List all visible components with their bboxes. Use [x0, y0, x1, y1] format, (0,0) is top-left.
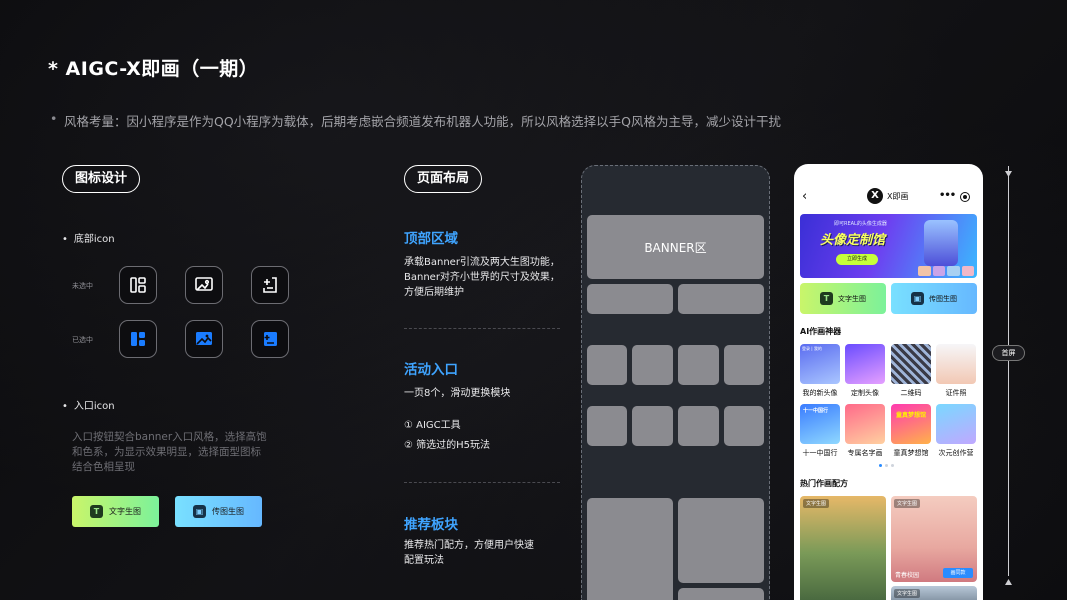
wire-block	[678, 284, 764, 314]
tool-thumb[interactable]	[845, 404, 885, 444]
wire-block	[678, 588, 764, 600]
text-t-icon: T	[820, 292, 833, 305]
tool-label: 我的新头像	[802, 389, 838, 397]
target-icon[interactable]	[960, 192, 970, 202]
page-layout-pill: 页面布局	[404, 165, 483, 193]
tool-label: 专属名字画	[847, 449, 883, 457]
image-to-image-button[interactable]: ▣ 传图生图	[175, 496, 262, 527]
tool-tag: 登录 | 我的	[802, 346, 822, 351]
unselected-label: 未选中	[72, 282, 93, 290]
wire-block	[724, 345, 764, 385]
text-to-image-button[interactable]: T 文字生图	[72, 496, 159, 527]
banner-cta-button[interactable]: 立即生成	[836, 254, 878, 265]
promo-banner[interactable]: 即可REAL的头像生成器 头像定制馆 立即生成	[800, 214, 977, 278]
activity-title: 活动入口	[404, 362, 458, 378]
tool-label: 十一中国行	[802, 449, 838, 457]
icon-design-pill: 图标设计	[62, 165, 141, 193]
recipe-tag: 文字生图	[894, 589, 921, 598]
wire-banner-label: BANNER区	[644, 240, 707, 255]
tool-thumb[interactable]	[936, 344, 976, 384]
phone-mockup: ‹ X X即画 ••• 即可REAL的头像生成器 头像定制馆 立即生成 T 文字…	[794, 164, 983, 600]
wire-block	[587, 406, 627, 446]
image-upload-icon: ▣	[911, 292, 924, 305]
divider	[404, 328, 560, 329]
tool-thumb-qrcode[interactable]	[891, 344, 931, 384]
phone-text-to-image-label: 文字生图	[838, 294, 866, 303]
selected-label: 已选中	[72, 336, 93, 344]
ai-tools-heading: AI作画神器	[800, 327, 842, 336]
wire-block	[678, 406, 719, 446]
text-to-image-label: 文字生图	[109, 507, 141, 516]
recommend-desc: 推荐热门配方，方便用户快速配置玩法	[404, 540, 534, 566]
entry-description: 入口按钮契合banner入口风格，选择高饱和色系，为显示效果明显，选择面型图标结…	[72, 431, 267, 473]
wire-banner: BANNER区	[587, 215, 764, 279]
banner-avatar-image	[924, 220, 958, 266]
page-title: * AIGC-X即画（一期）	[48, 58, 259, 80]
banner-title: 头像定制馆	[820, 233, 886, 248]
recipe-card[interactable]: 文字生图	[800, 496, 886, 600]
first-screen-label: 首屏	[992, 345, 1025, 361]
tool-label: 定制头像	[851, 389, 879, 397]
image-upload-icon: ▣	[193, 505, 206, 518]
tool-thumb[interactable]	[845, 344, 885, 384]
add-frame-outline-icon	[251, 266, 289, 304]
tool-tag: 十一中国行	[803, 408, 829, 414]
tool-thumb[interactable]	[936, 404, 976, 444]
image-filled-icon	[185, 320, 223, 358]
wire-block	[587, 498, 673, 600]
app-logo-icon: X	[867, 188, 883, 204]
wire-block	[678, 345, 719, 385]
activity-item-2: ② 筛选过的H5玩法	[404, 440, 491, 451]
banner-avatar-strip	[918, 266, 974, 276]
recommend-title: 推荐板块	[404, 517, 458, 533]
bottom-icon-label: 底部icon	[62, 230, 115, 245]
hot-recipes-heading: 热门作画配方	[800, 479, 848, 488]
back-arrow-icon[interactable]: ‹	[802, 189, 807, 204]
more-dots-icon[interactable]: •••	[939, 190, 956, 201]
activity-item-1: ① AIGC工具	[404, 420, 461, 431]
entry-icon-label: 入口icon	[62, 397, 115, 412]
tool-label: 童真梦想馆	[893, 449, 929, 457]
wire-block	[724, 406, 764, 446]
first-screen-ruler	[1008, 166, 1009, 576]
recipe-tag: 文字生图	[894, 499, 921, 508]
phone-text-to-image-button[interactable]: T 文字生图	[800, 283, 886, 314]
grid-outline-icon	[119, 266, 157, 304]
tool-label: 二维码	[900, 389, 922, 397]
wire-block	[587, 284, 673, 314]
wire-block	[632, 345, 673, 385]
image-outline-icon	[185, 266, 223, 304]
layout-wireframe: BANNER区	[581, 165, 770, 600]
recipe-tag: 文字生图	[803, 499, 830, 508]
page-indicator	[879, 464, 894, 467]
add-frame-filled-icon	[251, 320, 289, 358]
wire-block	[678, 498, 764, 583]
wire-block	[587, 345, 627, 385]
top-area-title: 顶部区域	[404, 231, 458, 247]
wire-block	[632, 406, 673, 446]
phone-image-to-image-label: 传图生图	[929, 294, 957, 303]
recipe-card[interactable]: 文字生图	[891, 586, 977, 600]
ruler-top-arrow-icon	[1005, 163, 1012, 177]
tool-label: 次元创作营	[938, 449, 974, 457]
divider	[404, 482, 560, 483]
ruler-bottom-arrow-icon	[1005, 570, 1012, 585]
tool-thumb[interactable]: 十一中国行	[800, 404, 840, 444]
style-note: 风格考量：因小程序是作为QQ小程序为载体，后期考虑嵌合频道发布机器人功能，所以风…	[50, 111, 781, 130]
top-area-desc: 承载Banner引流及两大生图功能，Banner对齐小世界的尺寸及效果，方便后期…	[404, 257, 560, 298]
tool-thumb[interactable]: 登录 | 我的	[800, 344, 840, 384]
image-to-image-label: 传图生图	[212, 507, 244, 516]
grid-filled-icon	[119, 320, 157, 358]
banner-subtitle: 即可REAL的头像生成器	[834, 221, 887, 227]
activity-desc: 一页8个，滑动更换模块	[404, 388, 511, 399]
tool-thumb[interactable]: 童真梦想馆	[891, 404, 931, 444]
phone-image-to-image-button[interactable]: ▣ 传图生图	[891, 283, 977, 314]
text-t-icon: T	[90, 505, 103, 518]
recipe-caption: 青春校园	[895, 572, 920, 579]
tool-tag: 童真梦想馆	[895, 412, 926, 419]
same-style-button[interactable]: 画同款	[943, 568, 973, 578]
app-name: X即画	[887, 192, 909, 201]
recipe-card[interactable]: 文字生图 青春校园 画同款	[891, 496, 977, 582]
tool-label: 证件照	[945, 389, 967, 397]
